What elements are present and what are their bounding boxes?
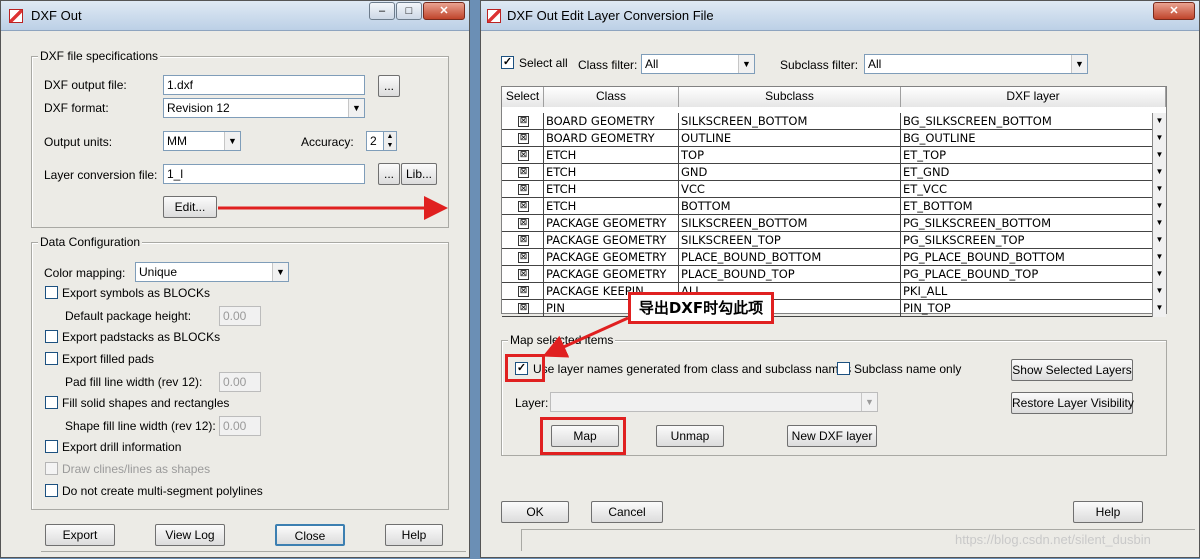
highlight-map-button [540, 417, 626, 455]
watermark: https://blog.csdn.net/silent_dusbin [955, 532, 1151, 547]
callout-arrow [542, 316, 629, 358]
annotation-arrows [218, 196, 629, 358]
callout-text: 导出DXF时勾此项 [638, 299, 764, 317]
highlight-checkbox [505, 354, 545, 382]
callout-box: 导出DXF时勾此项 [628, 292, 774, 324]
